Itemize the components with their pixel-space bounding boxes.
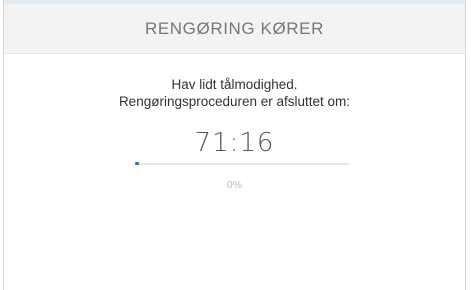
dialog-title: RENGØRING KØRER (144, 18, 325, 38)
completion-message: Rengøringsproceduren er afsluttet om: (118, 94, 351, 109)
progress-bar-fill (135, 162, 139, 165)
dialog-header: RENGØRING KØRER (4, 4, 465, 54)
progress-percent: 0% (226, 179, 243, 191)
patience-message: Hav lidt tålmodighed. (171, 77, 298, 92)
dialog-content: Hav lidt tålmodighed. Rengøringsprocedur… (4, 55, 465, 290)
remaining-time: 71:16 (194, 128, 275, 158)
progress-bar (135, 162, 349, 165)
cleaning-dialog: RENGØRING KØRER Hav lidt tålmodighed. Re… (3, 0, 466, 290)
